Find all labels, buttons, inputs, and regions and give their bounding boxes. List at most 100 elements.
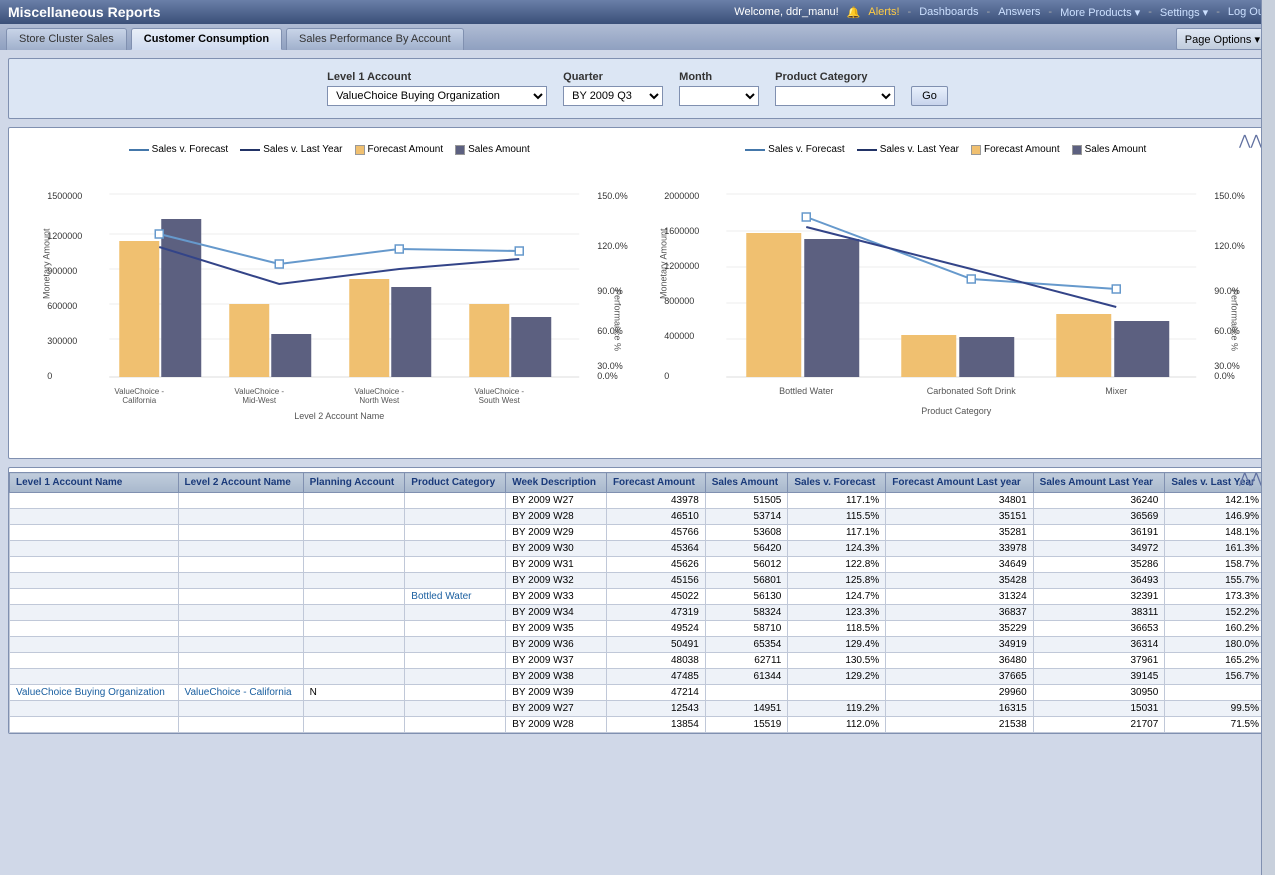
table-row: BY 2009 W344731958324123.3%3683738311152… — [10, 605, 1266, 621]
svg-text:120.0%: 120.0% — [597, 241, 628, 251]
filter-row: Level 1 Account ValueChoice Buying Organ… — [21, 71, 1254, 106]
col-l1-account: Level 1 Account Name — [10, 473, 179, 493]
month-select[interactable] — [679, 86, 759, 106]
chart2-svg: 2000000 1600000 1200000 800000 400000 0 … — [642, 159, 1251, 439]
legend-forecast: Forecast Amount — [355, 144, 444, 155]
table-row: ValueChoice Buying OrganizationValueChoi… — [10, 685, 1266, 701]
svg-text:0.0%: 0.0% — [597, 371, 618, 381]
scrollbar[interactable] — [1261, 0, 1275, 875]
svg-text:900000: 900000 — [47, 266, 77, 276]
level1-label: Level 1 Account — [327, 71, 547, 83]
month-label: Month — [679, 71, 759, 83]
svg-text:0.0%: 0.0% — [1214, 371, 1235, 381]
header-nav: Welcome, ddr_manu! 🔔 Alerts! - Dashboard… — [734, 6, 1267, 19]
go-button[interactable]: Go — [911, 86, 948, 106]
svg-text:30.0%: 30.0% — [1214, 361, 1240, 371]
charts-row: Sales v. Forecast Sales v. Last Year For… — [17, 136, 1258, 450]
svg-text:South West: South West — [479, 396, 521, 405]
tab-customer-consumption[interactable]: Customer Consumption — [131, 28, 282, 50]
col-saly: Sales Amount Last Year — [1033, 473, 1165, 493]
svg-text:600000: 600000 — [47, 301, 77, 311]
product-category-filter: Product Category — [775, 71, 895, 106]
nav-more-products[interactable]: More Products ▾ — [1060, 6, 1140, 19]
table-row: BY 2009 W294576653608117.1%3528136191148… — [10, 525, 1266, 541]
legend-svf: Sales v. Forecast — [129, 144, 229, 155]
svg-text:1200000: 1200000 — [664, 261, 699, 271]
tab-sales-performance[interactable]: Sales Performance By Account — [286, 28, 464, 50]
col-planning: Planning Account — [303, 473, 405, 493]
svg-text:150.0%: 150.0% — [1214, 191, 1245, 201]
svg-text:Product Category: Product Category — [921, 406, 992, 416]
col-forecast: Forecast Amount — [606, 473, 705, 493]
table-collapse-icon[interactable]: ⋀⋀ — [1239, 470, 1262, 487]
quarter-select[interactable]: BY 2009 Q3 — [563, 86, 663, 106]
page-options-button[interactable]: Page Options ▾ — [1176, 28, 1269, 50]
month-filter: Month — [679, 71, 759, 106]
col-faly: Forecast Amount Last year — [886, 473, 1033, 493]
svg-text:ValueChoice -: ValueChoice - — [354, 387, 404, 396]
nav-settings[interactable]: Settings ▾ — [1160, 6, 1208, 19]
svg-text:150.0%: 150.0% — [597, 191, 628, 201]
chart1-legend: Sales v. Forecast Sales v. Last Year For… — [25, 144, 634, 155]
svg-text:Level 2 Account Name: Level 2 Account Name — [294, 411, 384, 421]
filter-section: Level 1 Account ValueChoice Buying Organ… — [8, 58, 1267, 119]
product-category-select[interactable] — [775, 86, 895, 106]
legend-svly: Sales v. Last Year — [240, 144, 342, 155]
svg-text:North West: North West — [359, 396, 400, 405]
col-l2-account: Level 2 Account Name — [178, 473, 303, 493]
table-row: BY 2009 W271254314951119.2%163151503199.… — [10, 701, 1266, 717]
col-sales: Sales Amount — [705, 473, 788, 493]
legend2-svly: Sales v. Last Year — [857, 144, 959, 155]
svg-text:ValueChoice -: ValueChoice - — [114, 387, 164, 396]
page-title: Miscellaneous Reports — [8, 4, 161, 20]
svg-text:800000: 800000 — [664, 296, 694, 306]
chart1: Sales v. Forecast Sales v. Last Year For… — [25, 144, 634, 442]
col-svf: Sales v. Forecast — [788, 473, 886, 493]
col-week: Week Description — [506, 473, 607, 493]
svg-text:ValueChoice -: ValueChoice - — [474, 387, 524, 396]
chart-collapse-icon[interactable]: ⋀⋀ — [1239, 132, 1262, 149]
svg-text:1500000: 1500000 — [47, 191, 82, 201]
table-row: BY 2009 W354952458710118.5%3522936653160… — [10, 621, 1266, 637]
nav-dashboards[interactable]: Dashboards — [919, 6, 978, 18]
level1-select[interactable]: ValueChoice Buying Organization — [327, 86, 547, 106]
legend2-forecast: Forecast Amount — [971, 144, 1060, 155]
nav-answers[interactable]: Answers — [998, 6, 1040, 18]
table-row: BY 2009 W274397851505117.1%3480136240142… — [10, 493, 1266, 509]
svg-text:30.0%: 30.0% — [597, 361, 623, 371]
col-product-cat: Product Category — [405, 473, 506, 493]
table-row: Bottled WaterBY 2009 W334502256130124.7%… — [10, 589, 1266, 605]
svg-text:Monetary Amount: Monetary Amount — [41, 228, 51, 299]
level1-filter: Level 1 Account ValueChoice Buying Organ… — [327, 71, 547, 106]
quarter-filter: Quarter BY 2009 Q3 — [563, 71, 663, 106]
svg-text:California: California — [122, 396, 156, 405]
nav-alerts[interactable]: Alerts! — [868, 6, 899, 18]
table-row: BY 2009 W384748561344129.2%3766539145156… — [10, 669, 1266, 685]
chart-section: ⋀⋀ Sales v. Forecast Sales v. Last Year … — [8, 127, 1267, 459]
product-category-label: Product Category — [775, 71, 895, 83]
legend2-sales: Sales Amount — [1072, 144, 1147, 155]
svg-text:Bottled Water: Bottled Water — [779, 386, 833, 396]
chart2-legend: Sales v. Forecast Sales v. Last Year For… — [642, 144, 1251, 155]
svg-text:1600000: 1600000 — [664, 226, 699, 236]
svg-text:300000: 300000 — [47, 336, 77, 346]
svg-text:Carbonated Soft Drink: Carbonated Soft Drink — [926, 386, 1016, 396]
tab-store-cluster-sales[interactable]: Store Cluster Sales — [6, 28, 127, 50]
chart1-svg: 1500000 1200000 900000 600000 300000 0 M… — [25, 159, 634, 439]
table-row: BY 2009 W324515656801125.8%3542836493155… — [10, 573, 1266, 589]
table-row: BY 2009 W365049165354129.4%3491936314180… — [10, 637, 1266, 653]
svg-text:Monetary Amount: Monetary Amount — [658, 228, 668, 299]
svg-text:1200000: 1200000 — [47, 231, 82, 241]
svg-text:Performance %: Performance % — [612, 289, 622, 351]
table-row: BY 2009 W281385415519112.0%215382170771.… — [10, 717, 1266, 733]
legend-sales: Sales Amount — [455, 144, 530, 155]
table-row: BY 2009 W314562656012122.8%3464935286158… — [10, 557, 1266, 573]
svg-text:400000: 400000 — [664, 331, 694, 341]
table-row: BY 2009 W374803862711130.5%3648037961165… — [10, 653, 1266, 669]
svg-text:Mixer: Mixer — [1105, 386, 1127, 396]
table-section: ⋀⋀ Level 1 Account Name Level 2 Account … — [8, 467, 1267, 734]
svg-text:Performance %: Performance % — [1229, 289, 1239, 351]
table-section-header: ⋀⋀ — [9, 468, 1266, 472]
chart2: Sales v. Forecast Sales v. Last Year For… — [642, 144, 1251, 442]
alerts-icon: 🔔 — [847, 6, 861, 19]
